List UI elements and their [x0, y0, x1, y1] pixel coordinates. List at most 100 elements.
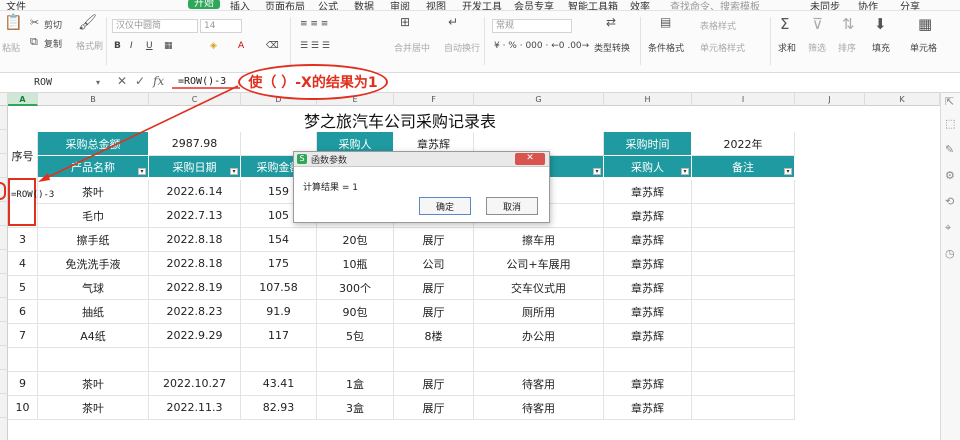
table-cell[interactable]: 擦车用	[474, 228, 604, 252]
table-cell[interactable]	[474, 348, 604, 372]
font-color-button[interactable]: A	[238, 41, 244, 51]
menu-member[interactable]: 会员专享	[514, 0, 554, 10]
share-button[interactable]: 分享	[900, 0, 920, 10]
style-icon[interactable]: ✎	[945, 143, 954, 156]
filter-dropdown-icon[interactable]: ▾	[230, 168, 238, 175]
table-cell[interactable]: 抽纸	[38, 300, 149, 324]
table-cell[interactable]: 2022.10.27	[149, 372, 241, 396]
column-header[interactable]: B	[38, 93, 149, 106]
sort-icon[interactable]: ⇅	[842, 15, 855, 33]
table-cell[interactable]	[692, 228, 795, 252]
select-all-corner[interactable]	[0, 93, 8, 106]
table-cell[interactable]: 6	[8, 300, 38, 324]
menu-insert[interactable]: 插入	[230, 0, 250, 10]
ok-button[interactable]: 确定	[419, 197, 471, 215]
formula-input[interactable]: =ROW()-3	[178, 76, 226, 87]
table-cell[interactable]: 9	[8, 372, 38, 396]
number-format-buttons[interactable]: ¥ · % · 000 · ←0 .00→	[494, 41, 589, 51]
wrap-icon[interactable]: ↵	[448, 15, 458, 29]
column-header[interactable]: J	[795, 93, 865, 106]
table-cell[interactable]: 公司	[394, 252, 474, 276]
paste-icon[interactable]: 📋	[4, 13, 23, 31]
table-cell[interactable]: 展厅	[394, 396, 474, 420]
select-icon[interactable]: ⬚	[945, 117, 955, 130]
column-header[interactable]: H	[604, 93, 692, 106]
cell-style-button[interactable]: 单元格样式	[700, 41, 745, 54]
table-cell[interactable]: 展厅	[394, 300, 474, 324]
header-no[interactable]: 序号	[8, 132, 38, 180]
total-value[interactable]: 2987.98	[149, 132, 241, 156]
confirm-icon[interactable]: ✓	[135, 74, 145, 88]
table-cell[interactable]: 待客用	[474, 396, 604, 420]
table-cell[interactable]: 2022.8.19	[149, 276, 241, 300]
property-icon[interactable]: ⚙	[945, 169, 955, 182]
table-cell[interactable]: 5包	[317, 324, 394, 348]
table-cell[interactable]: 章苏辉	[604, 396, 692, 420]
filter-dropdown-icon[interactable]: ▾	[681, 168, 689, 175]
italic-button[interactable]: I	[130, 41, 133, 51]
menu-home[interactable]: 开始	[188, 0, 220, 9]
column-header[interactable]: G	[474, 93, 604, 106]
table-cell[interactable]: 章苏辉	[604, 204, 692, 228]
filter-icon[interactable]: ⊽	[812, 15, 823, 33]
clear-button[interactable]: ⌫	[266, 41, 279, 51]
border-button[interactable]: ▦	[164, 41, 173, 51]
table-cell[interactable]: 10	[8, 396, 38, 420]
table-cell[interactable]: 交车仪式用	[474, 276, 604, 300]
dialog-titlebar[interactable]: S 函数参数 ✕	[294, 152, 549, 167]
table-cell[interactable]: 展厅	[394, 228, 474, 252]
table-cell[interactable]: 300个	[317, 276, 394, 300]
table-cell[interactable]: 茶叶	[38, 372, 149, 396]
table-cell[interactable]	[38, 348, 149, 372]
sort-button[interactable]: 排序	[838, 41, 856, 54]
filter-button[interactable]: 筛选	[808, 41, 826, 54]
table-cell[interactable]	[692, 276, 795, 300]
table-cell[interactable]: 154	[241, 228, 317, 252]
table-cell[interactable]: 展厅	[394, 372, 474, 396]
name-box[interactable]: ROW	[4, 75, 104, 91]
cancel-icon[interactable]: ✕	[117, 74, 127, 88]
history-icon[interactable]: ◷	[945, 247, 955, 260]
table-cell[interactable]: 办公用	[474, 324, 604, 348]
align-top-button[interactable]: ≡ ≡ ≡	[300, 19, 328, 29]
table-cell[interactable]: 2022.8.18	[149, 252, 241, 276]
header-date[interactable]: 采购日期 ▾	[149, 156, 241, 178]
table-cell[interactable]: 117	[241, 324, 317, 348]
table-cell[interactable]: 免洗洗手液	[38, 252, 149, 276]
filter-dropdown-icon[interactable]: ▾	[593, 168, 601, 175]
cell-icon[interactable]: ▦	[918, 15, 932, 33]
menu-data[interactable]: 数据	[354, 0, 374, 10]
header-name[interactable]: 产品名称 ▾	[38, 156, 149, 178]
menu-page-layout[interactable]: 页面布局	[265, 0, 305, 10]
search-input[interactable]: 查找命令、搜索模板	[670, 0, 760, 10]
table-cell[interactable]	[241, 348, 317, 372]
total-label[interactable]: 采购总金额	[38, 132, 149, 156]
table-cell[interactable]	[692, 396, 795, 420]
table-cell[interactable]: 5	[8, 276, 38, 300]
cut-icon[interactable]: ✂	[30, 16, 39, 29]
paste-label[interactable]: 粘贴	[2, 41, 20, 54]
table-cell[interactable]: 毛巾	[38, 204, 149, 228]
table-cell[interactable]: 3盒	[317, 396, 394, 420]
column-header[interactable]: C	[149, 93, 241, 106]
conditional-format-icon[interactable]: ▤	[660, 15, 671, 29]
backup-icon[interactable]: ⟲	[945, 195, 954, 208]
table-cell[interactable]: 章苏辉	[604, 252, 692, 276]
table-cell[interactable]: 章苏辉	[604, 324, 692, 348]
table-cell[interactable]: 91.9	[241, 300, 317, 324]
table-cell[interactable]	[604, 348, 692, 372]
format-painter-icon[interactable]: 🖌	[78, 13, 97, 31]
table-cell[interactable]: 7	[8, 324, 38, 348]
table-cell[interactable]	[692, 204, 795, 228]
table-cell[interactable]	[149, 348, 241, 372]
table-cell[interactable]: 章苏辉	[604, 372, 692, 396]
conditional-format-button[interactable]: 条件格式	[648, 41, 684, 54]
close-icon[interactable]: ✕	[515, 153, 545, 165]
table-cell[interactable]: 8楼	[394, 324, 474, 348]
font-name-select[interactable]: 汉仪中圆简	[112, 19, 198, 33]
table-cell[interactable]: A4纸	[38, 324, 149, 348]
menu-formula[interactable]: 公式	[318, 0, 338, 10]
table-cell[interactable]	[692, 180, 795, 204]
format-painter-button[interactable]: 格式刷	[76, 39, 103, 52]
table-cell[interactable]: 2022.6.14	[149, 180, 241, 204]
